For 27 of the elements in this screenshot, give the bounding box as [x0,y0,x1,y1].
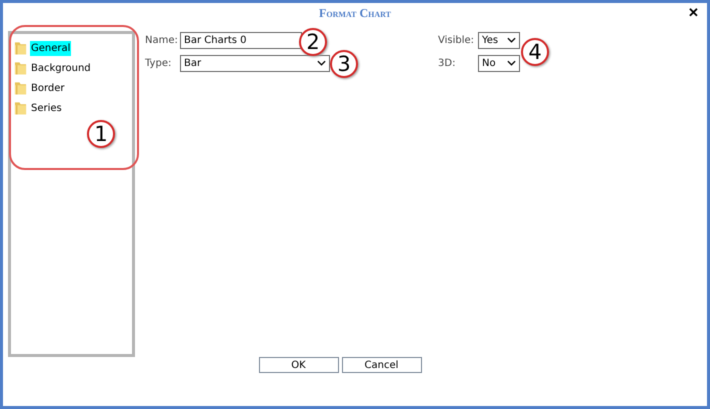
tree-item[interactable]: Border [30,80,66,96]
field-label: Visible: [438,34,476,46]
field-label: Type: [145,58,172,68]
callout-number: 1 [87,120,115,148]
callout-number: 3 [330,50,358,78]
folder-icon [14,40,27,56]
folder-icon [14,60,27,76]
ok-button[interactable]: OK [258,357,338,373]
caret-icon [507,37,516,43]
tree-item[interactable]: General [30,40,72,56]
callout-number: 2 [299,28,327,56]
text-field[interactable]: Bar Charts 0 [180,32,302,48]
cancel-button[interactable]: Cancel [342,357,422,373]
callout-number: 4 [521,38,549,66]
tree-item[interactable]: Series [30,100,63,116]
dropdown[interactable]: Yes [478,32,520,48]
field-label: 3D: [438,58,456,68]
field-label: Name: [145,34,179,46]
close-button[interactable]: ✕ [688,6,699,20]
caret-icon [317,60,326,66]
folder-icon [14,100,27,116]
folder-icon [14,80,27,96]
tree-item[interactable]: Background [30,60,92,76]
dialog-title: Format Chart [319,6,391,20]
dropdown[interactable]: Bar [180,54,330,72]
caret-icon [507,60,516,66]
dropdown[interactable]: No [478,54,520,72]
